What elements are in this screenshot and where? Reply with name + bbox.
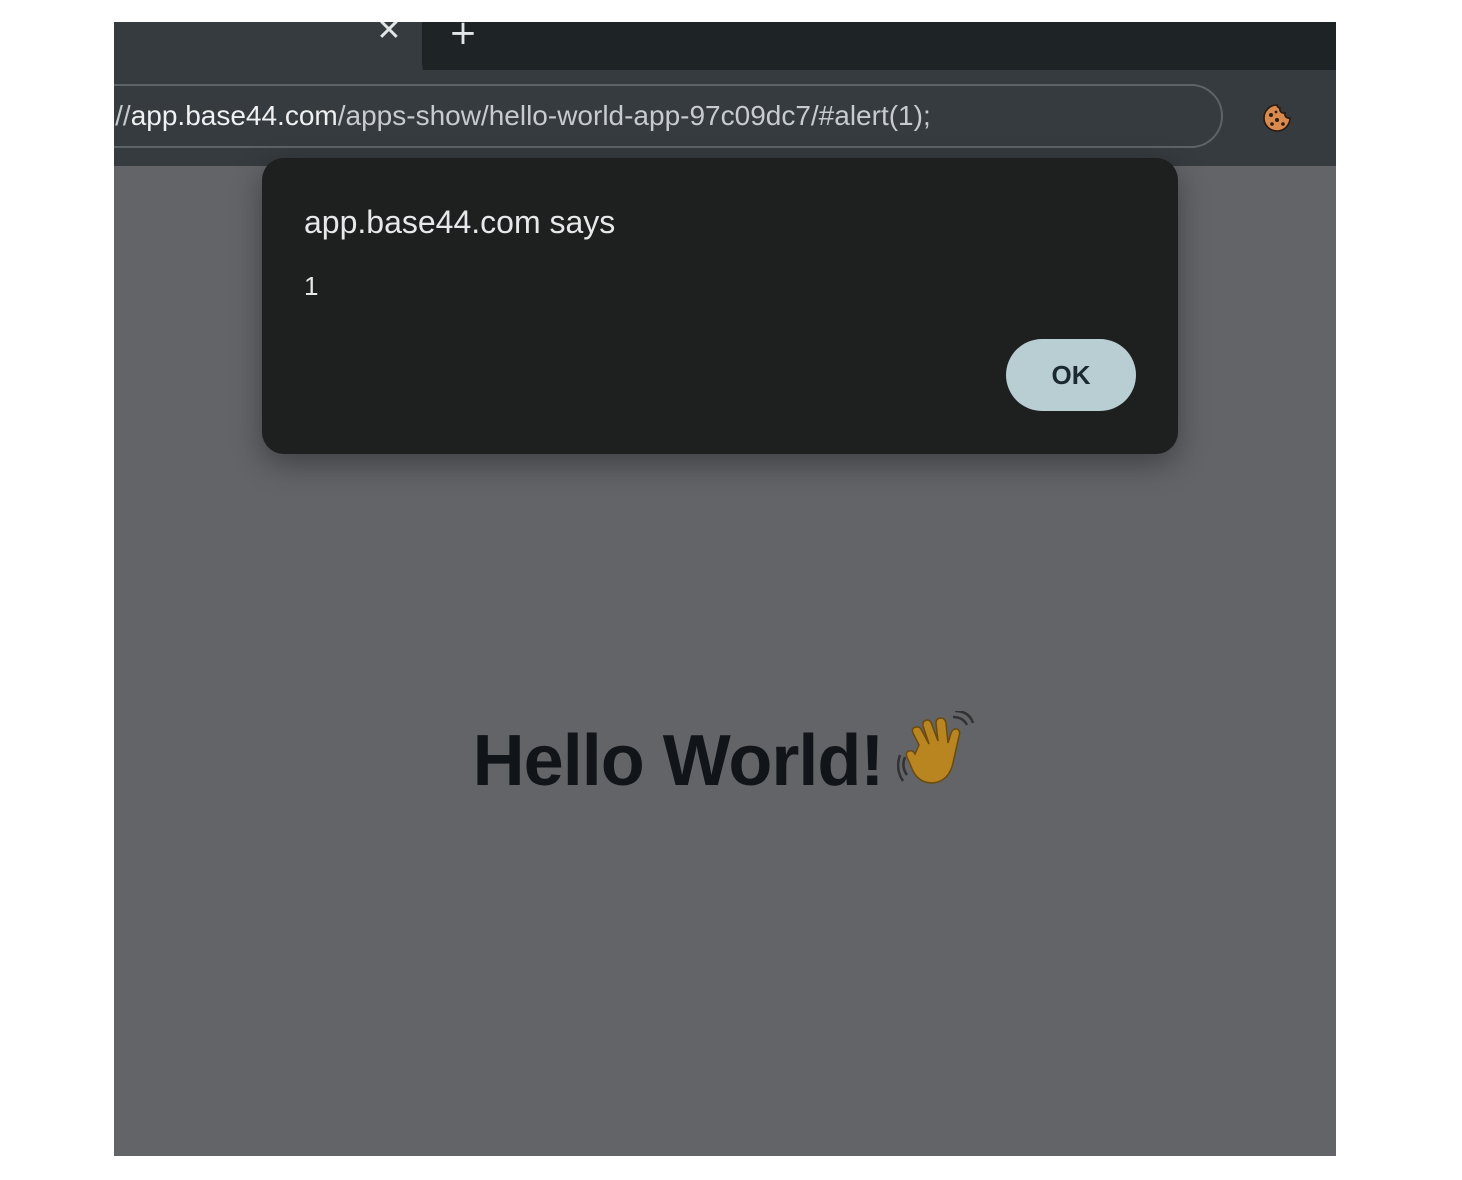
browser-toolbar: tps://app.base44.com/apps-show/hello-wor… — [114, 70, 1336, 166]
cookie-icon[interactable] — [1262, 103, 1292, 133]
hello-heading-text: Hello World! — [472, 721, 885, 801]
new-tab-button[interactable]: + — [448, 22, 478, 50]
close-tab-icon[interactable]: ✕ — [376, 22, 402, 46]
address-bar[interactable]: tps://app.base44.com/apps-show/hello-wor… — [114, 84, 1223, 148]
waving-hand-icon — [897, 711, 975, 784]
ok-button[interactable]: OK — [1006, 339, 1136, 411]
url-host: app.base44.com — [130, 100, 338, 131]
address-url[interactable]: tps://app.base44.com/apps-show/hello-wor… — [114, 86, 931, 146]
dialog-message: 1 — [304, 271, 319, 301]
dialog-title: app.base44.com says — [304, 204, 616, 240]
url-path: /apps-show/hello-world-app-97c09dc7/#ale… — [337, 100, 931, 131]
browser-window: ✕ + tps://app.base44.com/apps-show/hello… — [114, 22, 1336, 1156]
url-scheme: tps:// — [114, 100, 131, 131]
hello-heading: Hello World! — [114, 711, 1336, 802]
alert-dialog: app.base44.com says 1 OK — [262, 158, 1178, 454]
